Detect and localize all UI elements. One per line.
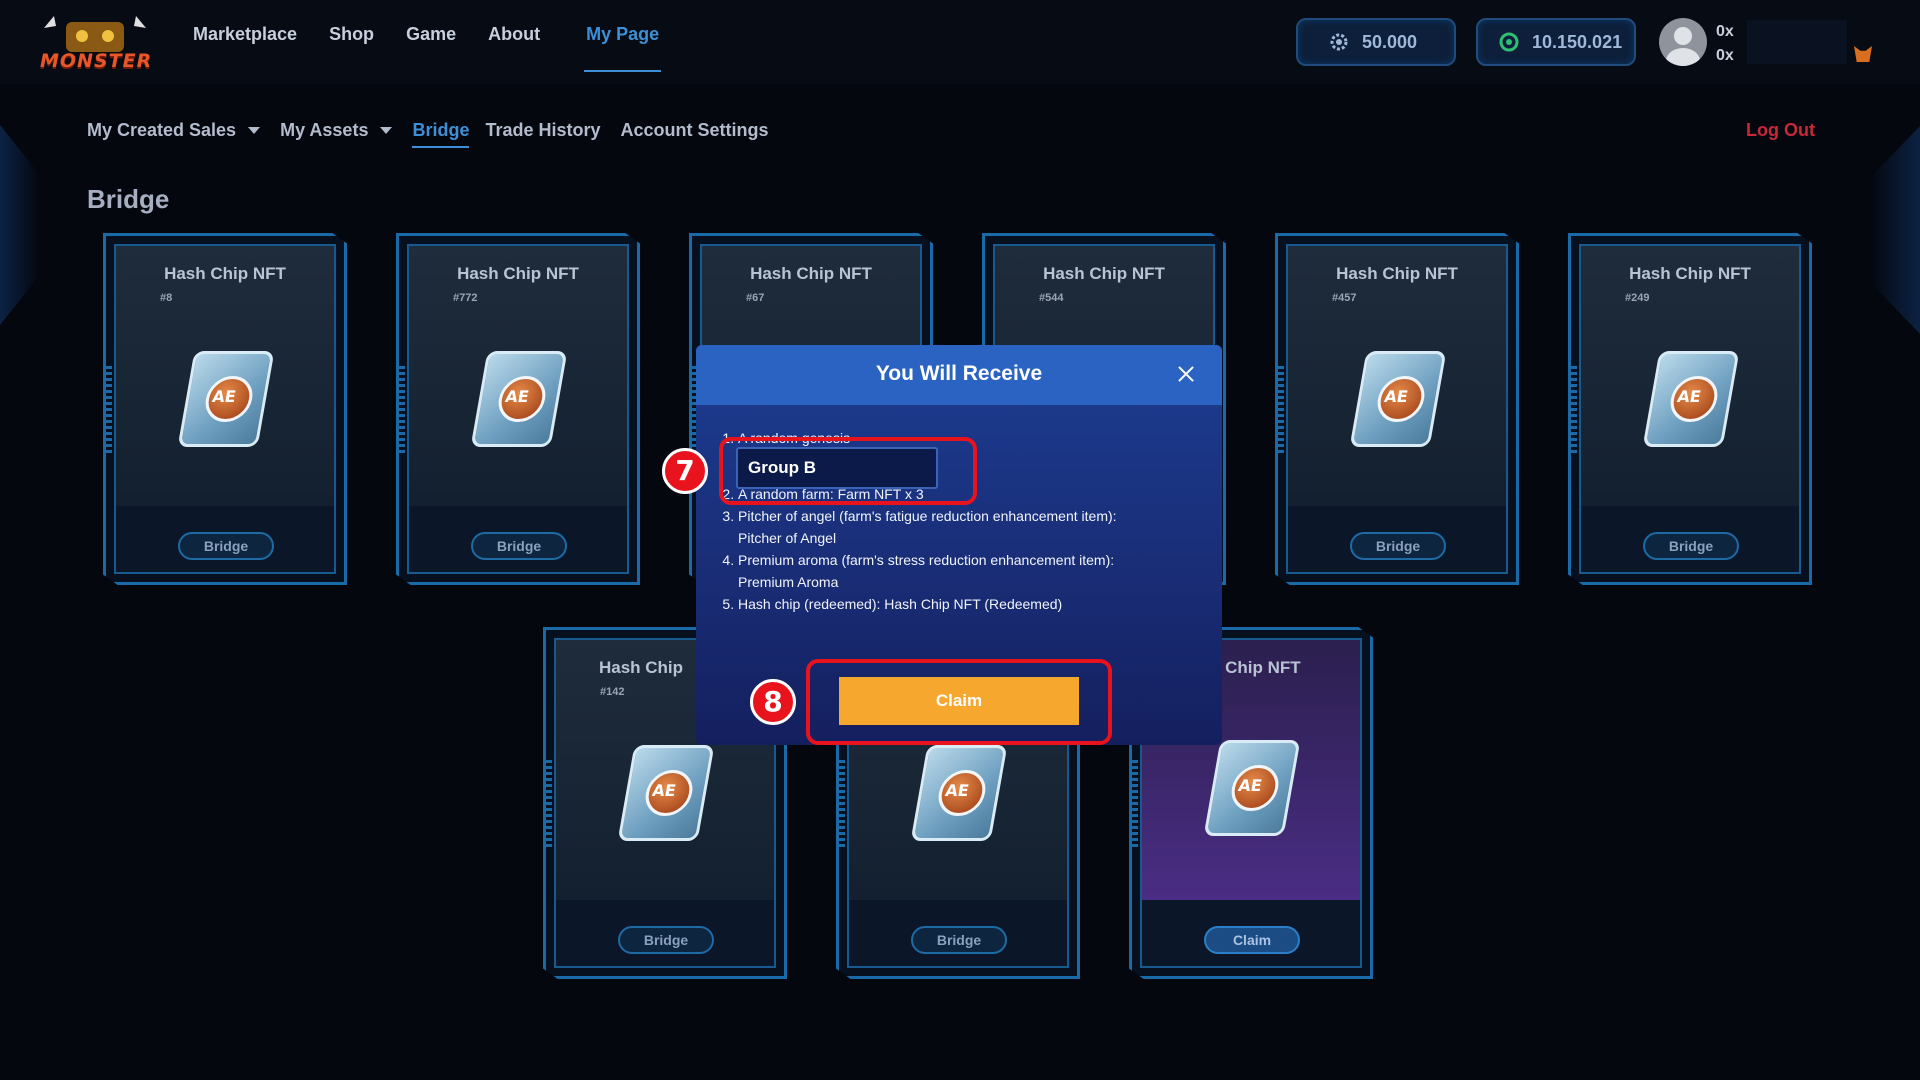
card-stripes <box>1278 366 1284 456</box>
subnav-my-created-sales[interactable]: My Created Sales <box>87 120 261 141</box>
nft-card[interactable]: Hash Chip NFT #772 Bridge <box>396 233 640 585</box>
card-title: Hash Chip NFT <box>1629 264 1751 283</box>
modal-title: You Will Receive <box>875 362 1043 385</box>
page-title: Bridge <box>87 184 170 214</box>
card-image-area: Hash Chip NFT #457 <box>1288 246 1506 506</box>
wallet-line-2: 0x <box>1716 47 1734 64</box>
subnav-label: My Created Sales <box>87 120 237 140</box>
card-body: Hash Chip NFT #772 Bridge <box>407 244 629 574</box>
hash-chip-icon <box>177 351 275 447</box>
nav-marketplace[interactable]: Marketplace <box>193 24 297 72</box>
logo-text: MONSTER <box>40 50 153 72</box>
side-decoration-right <box>1870 126 1920 334</box>
list-item: Hash chip (redeemed): Hash Chip NFT (Red… <box>738 593 1180 615</box>
card-number: #544 <box>1039 292 1064 304</box>
card-number: #457 <box>1332 292 1357 304</box>
card-body: Hash Chip NFT #249 Bridge <box>1579 244 1801 574</box>
wallet-line-1: 0x <box>1716 23 1734 40</box>
side-decoration-left <box>0 125 40 325</box>
hash-chip-icon <box>910 745 1008 841</box>
card-title: Hash Chip NFT <box>457 264 579 283</box>
nft-card[interactable]: Hash Chip NFT #249 Bridge <box>1568 233 1812 585</box>
avatar[interactable] <box>1659 18 1707 66</box>
gear-icon <box>1330 33 1348 51</box>
step-badge: 8 <box>750 679 796 725</box>
card-stripes <box>1132 760 1138 850</box>
metamask-fox-icon[interactable] <box>1854 46 1872 62</box>
hash-chip-icon <box>1642 351 1740 447</box>
card-number: #772 <box>453 292 478 304</box>
main-nav: Marketplace Shop Game About My Page <box>193 24 662 72</box>
card-number: #142 <box>600 686 625 698</box>
nft-card[interactable]: Hash Chip NFT #457 Bridge <box>1275 233 1519 585</box>
card-title: Hash Chip NFT <box>164 264 286 283</box>
nav-game[interactable]: Game <box>406 24 456 72</box>
list-item: Premium aroma (farm's stress reduction e… <box>738 549 1180 593</box>
card-image-area: Hash Chip NFT #249 <box>1581 246 1799 506</box>
annotation-highlight-group <box>719 437 977 505</box>
card-number: #249 <box>1625 292 1650 304</box>
card-stripes <box>106 366 112 456</box>
top-bar: MONSTER Marketplace Shop Game About My P… <box>0 0 1920 84</box>
card-body: Hash Chip NFT #8 Bridge <box>114 244 336 574</box>
sub-nav: My Created Sales My Assets Bridge Trade … <box>87 120 769 148</box>
card-stripes <box>839 760 845 850</box>
card-number: #8 <box>160 292 173 304</box>
bridge-button[interactable]: Bridge <box>1350 532 1446 560</box>
nft-card[interactable]: Hash Chip NFT #8 Bridge <box>103 233 347 585</box>
chevron-down-icon <box>248 127 261 134</box>
subnav-trade-history[interactable]: Trade History <box>485 120 600 141</box>
subnav-label: My Assets <box>280 120 369 140</box>
subnav-my-assets[interactable]: My Assets <box>280 120 393 141</box>
subnav-bridge[interactable]: Bridge <box>412 120 470 148</box>
card-stripes <box>1571 366 1577 456</box>
coin-icon <box>1499 32 1519 52</box>
bridge-button[interactable]: Bridge <box>471 532 567 560</box>
hash-chip-icon <box>1203 740 1301 836</box>
bridge-button[interactable]: Bridge <box>618 926 714 954</box>
wallet-address[interactable]: 0x 0x <box>1716 20 1734 68</box>
annotation-highlight-claim <box>806 659 1112 745</box>
card-title: h Chip NFT <box>1210 658 1301 677</box>
subnav-account-settings[interactable]: Account Settings <box>621 120 769 141</box>
bridge-button[interactable]: Bridge <box>911 926 1007 954</box>
close-icon[interactable] <box>1172 361 1200 389</box>
logout-link[interactable]: Log Out <box>1746 120 1815 141</box>
list-item: Pitcher of angel (farm's fatigue reducti… <box>738 505 1180 549</box>
card-image-area: Hash Chip NFT #8 <box>116 246 334 506</box>
wallet-address-mask <box>1747 20 1847 64</box>
card-title: Hash Chip NFT <box>1043 264 1165 283</box>
card-number: #67 <box>746 292 765 304</box>
hash-chip-icon <box>617 745 715 841</box>
nav-about[interactable]: About <box>488 24 540 72</box>
card-image-area: Hash Chip NFT #772 <box>409 246 627 506</box>
nav-shop[interactable]: Shop <box>329 24 374 72</box>
bridge-button[interactable]: Bridge <box>1643 532 1739 560</box>
hash-chip-icon <box>1349 351 1447 447</box>
bridge-button[interactable]: Bridge <box>178 532 274 560</box>
card-stripes <box>399 366 405 456</box>
chevron-down-icon <box>380 127 393 134</box>
coin-balance-pill[interactable]: 10.150.021 <box>1476 18 1636 66</box>
step-badge: 7 <box>662 448 708 494</box>
token-balance: 50.000 <box>1362 31 1418 52</box>
hash-chip-icon <box>470 351 568 447</box>
card-title: Hash Chip NFT <box>750 264 872 283</box>
modal-header: You Will Receive <box>696 345 1222 405</box>
claim-card-button[interactable]: Claim <box>1204 926 1300 954</box>
card-body: Hash Chip NFT #457 Bridge <box>1286 244 1508 574</box>
nav-my-page[interactable]: My Page <box>584 24 662 72</box>
token-balance-pill[interactable]: 50.000 <box>1296 18 1456 66</box>
card-stripes <box>546 760 552 850</box>
coin-balance: 10.150.021 <box>1532 31 1623 52</box>
card-title: Hash Chip NFT <box>1336 264 1458 283</box>
